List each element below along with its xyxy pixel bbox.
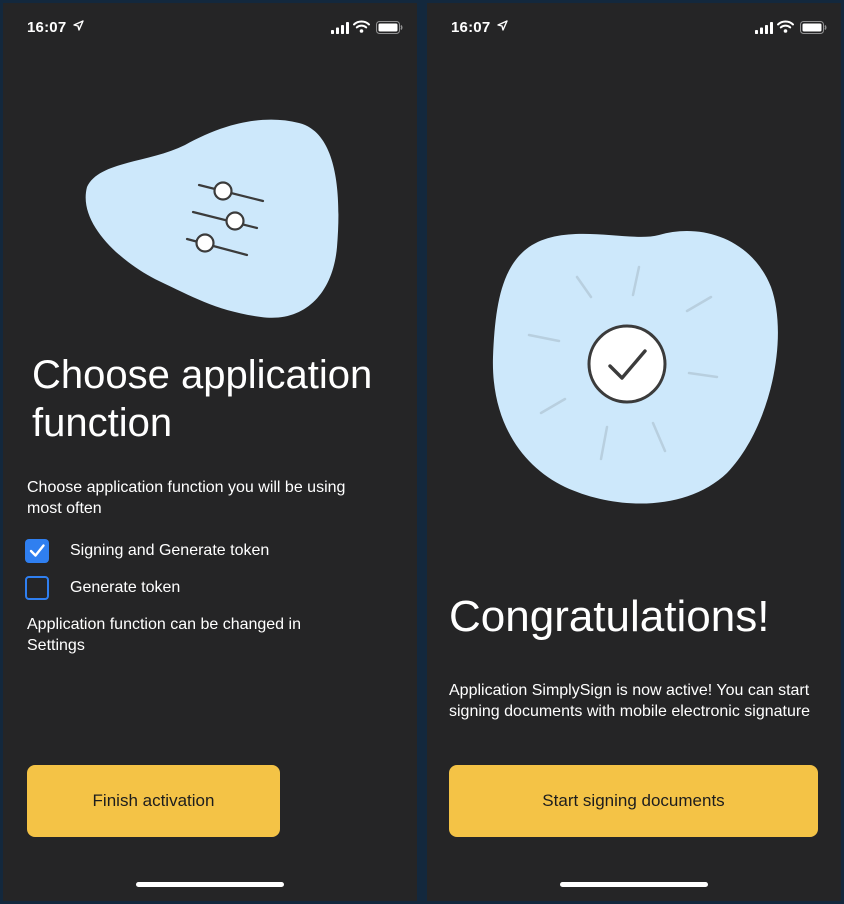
status-time: 16:07 — [27, 19, 67, 36]
home-indicator — [560, 882, 708, 887]
status-bar: 16:07 — [427, 3, 841, 53]
page-subtitle: Choose application function you will be … — [27, 479, 346, 517]
page-title: Congratulations! — [449, 592, 770, 641]
battery-icon — [376, 21, 403, 34]
wifi-icon — [353, 20, 370, 33]
finish-activation-button[interactable]: Finish activation — [27, 765, 280, 837]
option-label: Generate token — [70, 579, 181, 596]
success-illustration — [492, 230, 778, 504]
status-time: 16:07 — [451, 19, 491, 36]
signal-icon — [331, 22, 349, 34]
status-bar: 16:07 — [3, 3, 417, 53]
sliders-illustration — [85, 119, 339, 318]
start-signing-button[interactable]: Start signing documents — [449, 765, 818, 837]
location-arrow-icon — [497, 20, 508, 31]
activation-message: Application SimplySign is now active! Yo… — [449, 682, 811, 720]
option-generate-token[interactable]: Generate token — [25, 575, 385, 605]
home-indicator — [136, 882, 284, 887]
congratulations-screen: 16:07 Congratulations! Application Simpl… — [427, 3, 841, 901]
wifi-icon — [777, 20, 794, 33]
checkmark-icon — [29, 544, 45, 557]
settings-note: Application function can be changed in S… — [27, 616, 301, 654]
option-signing-and-token[interactable]: Signing and Generate token — [25, 538, 385, 568]
option-label: Signing and Generate token — [70, 542, 270, 559]
page-title: Choose application function — [32, 353, 373, 445]
choose-function-screen: 16:07 Choose application function Choose… — [3, 3, 417, 901]
checkmark-circle-icon — [587, 324, 667, 404]
location-arrow-icon — [73, 20, 84, 31]
checkbox-unchecked[interactable] — [25, 576, 49, 600]
battery-icon — [800, 21, 827, 34]
signal-icon — [755, 22, 773, 34]
checkbox-checked[interactable] — [25, 539, 49, 563]
